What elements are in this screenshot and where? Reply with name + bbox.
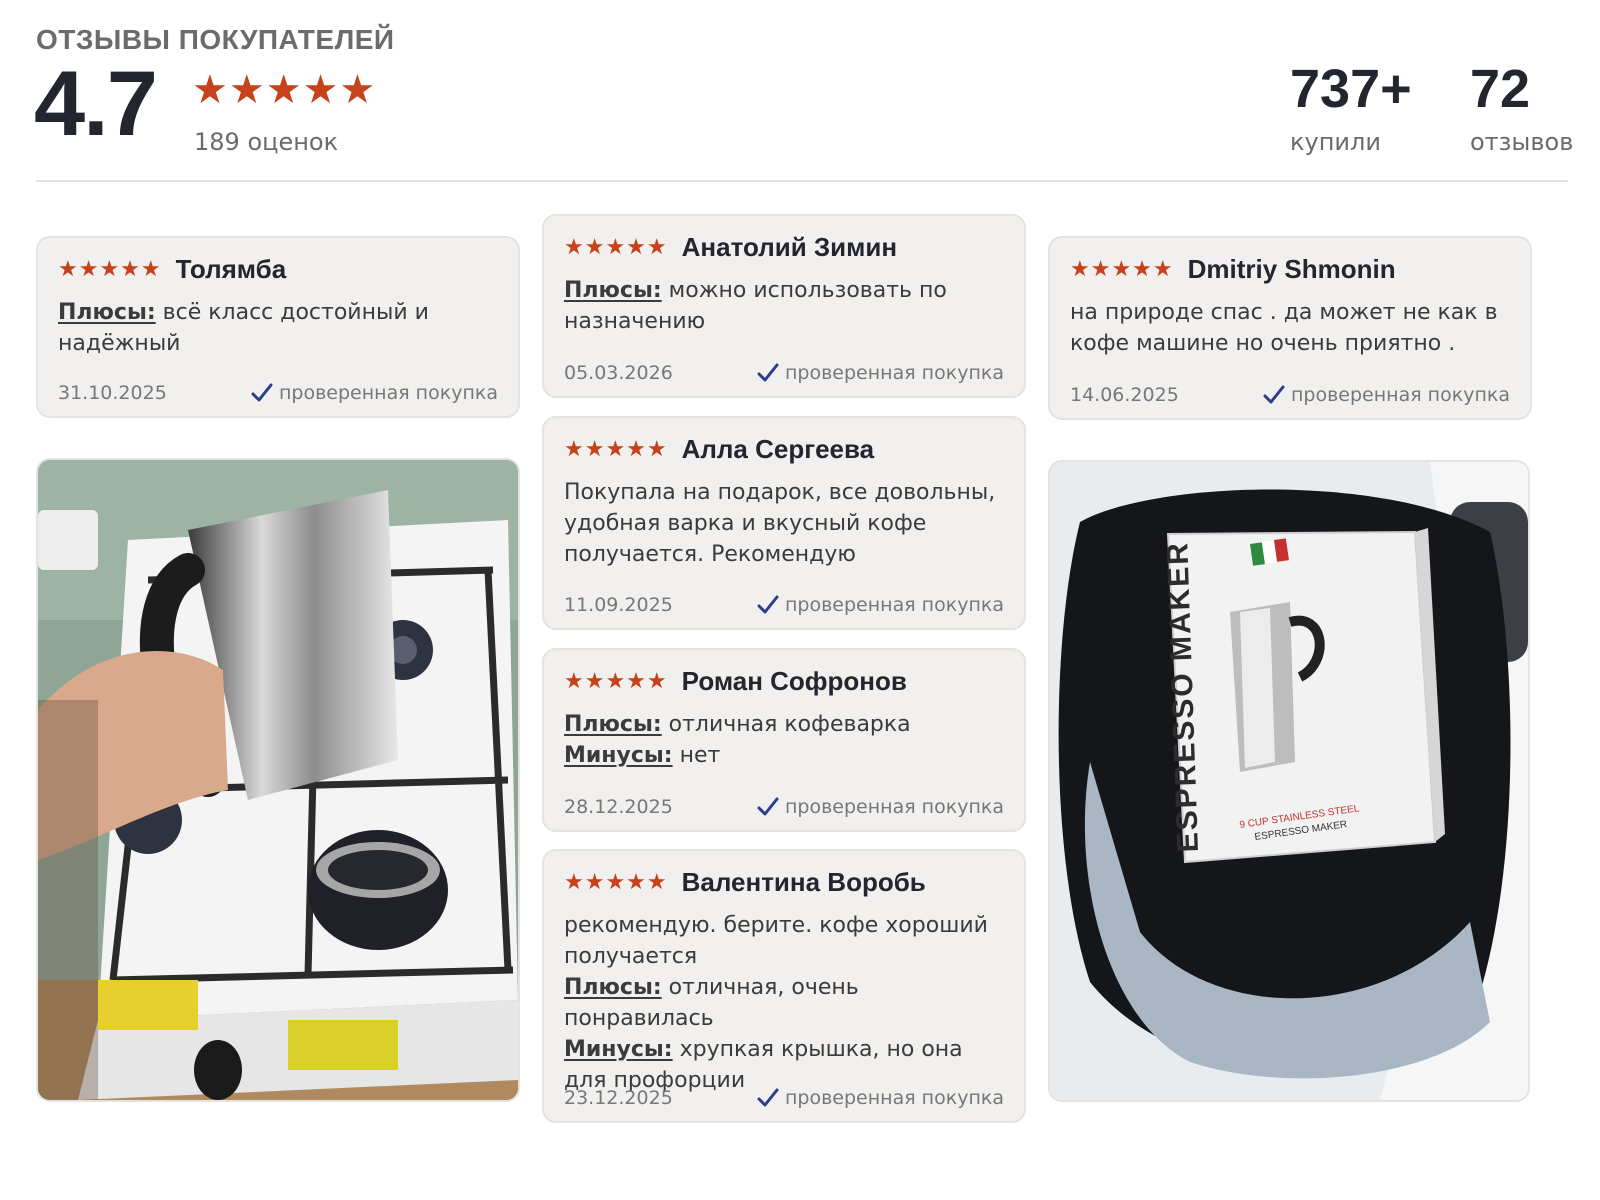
review-body: на природе спас . да может не как в кофе… bbox=[1070, 297, 1510, 359]
review-author: Dmitriy Shmonin bbox=[1187, 254, 1396, 284]
bought-label: купили bbox=[1290, 128, 1381, 156]
bought-stat: 737+ купили bbox=[1290, 62, 1412, 156]
verified-purchase: проверенная покупка bbox=[757, 1087, 1004, 1109]
pros-text: отличная кофеварка bbox=[668, 712, 911, 737]
pros-label: Плюсы: bbox=[564, 975, 662, 1000]
review-author: Толямба bbox=[175, 254, 287, 284]
reviews-stat[interactable]: 72 отзывов bbox=[1470, 62, 1573, 156]
review-body: Покупала на подарок, все довольны, удобн… bbox=[564, 477, 1004, 570]
review-date: 23.12.2025 bbox=[564, 1087, 673, 1109]
average-rating: 4.7 bbox=[34, 53, 158, 155]
reviews-title: ОТЗЫВЫ ПОКУПАТЕЛЕЙ bbox=[36, 24, 395, 55]
verified-purchase: проверенная покупка bbox=[757, 594, 1004, 616]
review-author: Алла Сергеева bbox=[681, 434, 875, 464]
review-card[interactable]: ★★★★★ Роман Софронов Плюсы: отличная коф… bbox=[542, 648, 1026, 832]
verified-purchase: проверенная покупка bbox=[757, 796, 1004, 818]
verified-label: проверенная покупка bbox=[784, 362, 1004, 384]
cons-label: Минусы: bbox=[564, 1037, 673, 1062]
review-card[interactable]: ★★★★★ Валентина Воробь рекомендую. берит… bbox=[542, 849, 1026, 1123]
verified-purchase: проверенная покупка bbox=[1263, 384, 1510, 406]
verified-label: проверенная покупка bbox=[784, 796, 1004, 818]
review-date: 14.06.2025 bbox=[1070, 384, 1179, 406]
review-body: Плюсы: отличная кофеварка Минусы: нет bbox=[564, 709, 1004, 771]
review-photo-stove[interactable] bbox=[36, 458, 520, 1102]
verified-purchase: проверенная покупка bbox=[757, 362, 1004, 384]
check-icon bbox=[251, 383, 273, 402]
review-body: рекомендую. берите. кофе хороший получае… bbox=[564, 910, 1004, 1096]
ratings-count: 189 оценок bbox=[194, 128, 339, 156]
review-text: рекомендую. берите. кофе хороший получае… bbox=[564, 913, 988, 969]
review-body: Плюсы: можно использовать по назначению bbox=[564, 275, 1004, 337]
rating-stars: ★★★★★ bbox=[192, 67, 377, 113]
check-icon bbox=[757, 797, 779, 816]
check-icon bbox=[757, 595, 779, 614]
box-photo-illustration: ESPRESSO MAKER 9 CUP STAINLESS STEEL ESP… bbox=[1050, 462, 1528, 1100]
review-stars: ★★★★★ bbox=[1070, 256, 1174, 282]
review-author: Валентина Воробь bbox=[681, 867, 926, 897]
review-text: на природе спас . да может не как в кофе… bbox=[1070, 300, 1498, 356]
review-stars: ★★★★★ bbox=[564, 869, 668, 895]
header-divider bbox=[36, 180, 1568, 182]
review-card[interactable]: ★★★★★ Dmitriy Shmonin на природе спас . … bbox=[1048, 236, 1532, 420]
review-card[interactable]: ★★★★★ Анатолий Зимин Плюсы: можно исполь… bbox=[542, 214, 1026, 398]
review-card[interactable]: ★★★★★ Алла Сергеева Покупала на подарок,… bbox=[542, 416, 1026, 630]
verified-purchase: проверенная покупка bbox=[251, 382, 498, 404]
cons-text: нет bbox=[679, 743, 721, 768]
review-author: Анатолий Зимин bbox=[681, 232, 898, 262]
check-icon bbox=[757, 363, 779, 382]
review-stars: ★★★★★ bbox=[564, 234, 668, 260]
review-date: 28.12.2025 bbox=[564, 796, 673, 818]
cons-label: Минусы: bbox=[564, 743, 673, 768]
review-text: Покупала на подарок, все довольны, удобн… bbox=[564, 480, 996, 567]
review-photo-box[interactable]: ESPRESSO MAKER 9 CUP STAINLESS STEEL ESP… bbox=[1048, 460, 1530, 1102]
review-author: Роман Софронов bbox=[681, 666, 907, 696]
review-stars: ★★★★★ bbox=[58, 256, 162, 282]
review-body: Плюсы: всё класс достойный и надёжный bbox=[58, 297, 498, 359]
review-date: 11.09.2025 bbox=[564, 594, 673, 616]
review-date: 05.03.2026 bbox=[564, 362, 673, 384]
review-stars: ★★★★★ bbox=[564, 436, 668, 462]
review-card[interactable]: ★★★★★ Толямба Плюсы: всё класс достойный… bbox=[36, 236, 520, 418]
bought-count: 737+ bbox=[1290, 59, 1412, 119]
reviews-label: отзывов bbox=[1470, 128, 1574, 156]
verified-label: проверенная покупка bbox=[278, 382, 498, 404]
reviews-count: 72 bbox=[1470, 59, 1531, 119]
check-icon bbox=[757, 1088, 779, 1107]
stove-photo-illustration bbox=[38, 460, 518, 1100]
verified-label: проверенная покупка bbox=[784, 594, 1004, 616]
pros-label: Плюсы: bbox=[564, 278, 662, 303]
verified-label: проверенная покупка bbox=[1290, 384, 1510, 406]
check-icon bbox=[1263, 385, 1285, 404]
review-stars: ★★★★★ bbox=[564, 668, 668, 694]
pros-label: Плюсы: bbox=[564, 712, 662, 737]
pros-label: Плюсы: bbox=[58, 300, 156, 325]
verified-label: проверенная покупка bbox=[784, 1087, 1004, 1109]
review-date: 31.10.2025 bbox=[58, 382, 167, 404]
